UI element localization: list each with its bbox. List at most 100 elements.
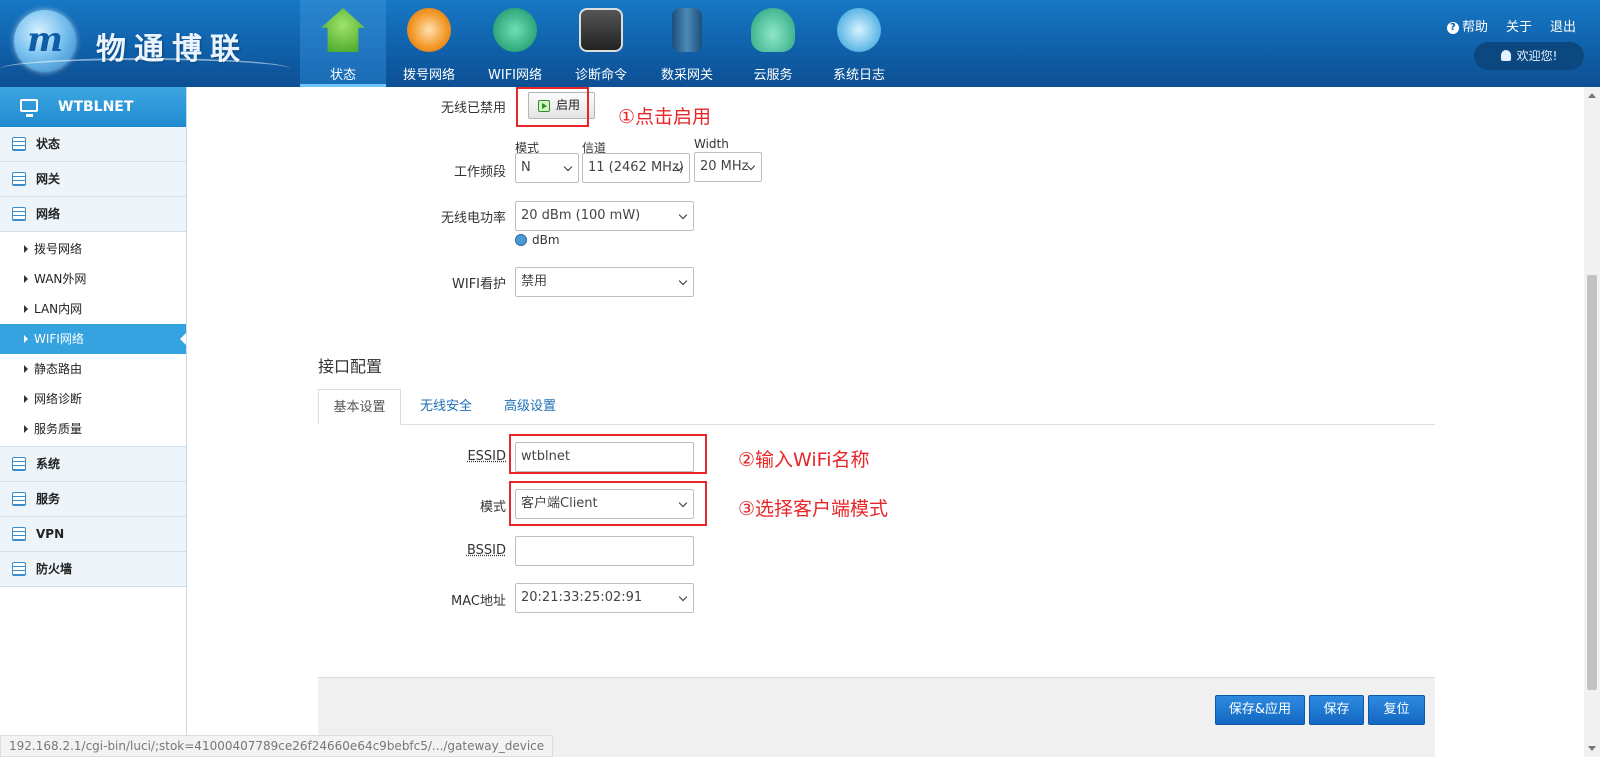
mac-select[interactable]: 20:21:33:25:02:91 — [515, 583, 694, 613]
annotation-box-3 — [509, 481, 707, 526]
sidebar-subitem-diagnostics[interactable]: 网络诊断 — [0, 384, 186, 414]
width-select[interactable]: 20 MHz — [694, 152, 762, 182]
terminal-icon — [579, 8, 623, 52]
sidebar-subitem-wifi[interactable]: WIFI网络 — [0, 324, 186, 354]
annotation-3: ③选择客户端模式 — [738, 498, 889, 520]
nav-dial-network[interactable]: 拨号网络 — [386, 0, 472, 87]
save-apply-button[interactable]: 保存&应用 — [1215, 695, 1305, 725]
help-label: 帮助 — [1461, 20, 1488, 35]
power-select[interactable]: 20 dBm (100 mW) — [515, 201, 694, 231]
power-label: 无线电功率 — [440, 211, 506, 226]
sidebar-item-label: 网关 — [36, 172, 61, 186]
tab-basic-settings[interactable]: 基本设置 — [318, 389, 401, 425]
sidebar-title: WTBLNET — [0, 87, 186, 127]
wireless-disabled-label: 无线已禁用 — [440, 101, 506, 116]
nav-cloud-service[interactable]: 云服务 — [730, 0, 816, 87]
nav-label: 数采网关 — [660, 68, 713, 83]
iface-mode-label: 模式 — [479, 500, 506, 515]
browser-status-url: 192.168.2.1/cgi-bin/luci/;stok=410004077… — [0, 735, 554, 757]
annotation-2: ②输入WiFi名称 — [738, 449, 870, 471]
sidebar-item-label: 服务 — [36, 492, 61, 506]
welcome-badge: 欢迎您! — [1474, 42, 1584, 70]
dial-icon — [407, 8, 451, 52]
band-mode-select[interactable]: N — [515, 153, 579, 183]
page-scrollbar[interactable] — [1584, 87, 1600, 757]
nav-label: WIFI网络 — [488, 68, 542, 83]
sidebar-subitem-wan[interactable]: WAN外网 — [0, 264, 186, 294]
info-icon — [515, 234, 527, 246]
sidebar-subitem-lan[interactable]: LAN内网 — [0, 294, 186, 324]
sidebar-item-status[interactable]: 状态 — [0, 127, 186, 162]
sidebar-item-label: VPN — [36, 527, 65, 541]
nav-system-log[interactable]: 系统日志 — [816, 0, 902, 87]
list-icon — [12, 172, 26, 186]
list-icon — [12, 492, 26, 506]
sidebar-item-services[interactable]: 服务 — [0, 482, 186, 517]
nav-label: 状态 — [329, 68, 356, 83]
home-icon — [321, 8, 365, 52]
mac-label: MAC地址 — [451, 594, 506, 609]
save-button[interactable]: 保存 — [1309, 695, 1364, 725]
welcome-text: 欢迎您! — [1516, 49, 1558, 63]
band-label: 工作频段 — [453, 165, 506, 180]
list-icon — [12, 562, 26, 576]
annotation-box-2 — [509, 434, 707, 474]
scroll-up-icon[interactable] — [1588, 93, 1596, 98]
sidebar-subitem-dial[interactable]: 拨号网络 — [0, 234, 186, 264]
tab-wireless-security[interactable]: 无线安全 — [414, 389, 478, 425]
sidebar-subitem-static-route[interactable]: 静态路由 — [0, 354, 186, 384]
nav-data-gateway[interactable]: 数采网关 — [644, 0, 730, 87]
monitor-icon — [20, 99, 38, 117]
wifi-icon — [493, 8, 537, 52]
top-links: ? 帮助 关于 退出 — [1446, 16, 1576, 35]
logout-link[interactable]: 退出 — [1550, 16, 1576, 35]
annotation-1: ①点击启用 — [618, 106, 712, 128]
help-link[interactable]: ? 帮助 — [1446, 16, 1488, 35]
list-icon — [12, 207, 26, 221]
sidebar-subitem-qos[interactable]: 服务质量 — [0, 414, 186, 444]
watchdog-select[interactable]: 禁用 — [515, 267, 694, 297]
nav-status[interactable]: 状态 — [300, 0, 386, 87]
nav-label: 拨号网络 — [402, 68, 455, 83]
top-header: m 物通博联 状态 拨号网络 WIFI网络 诊断命令 数采网关 云服务 系统日志… — [0, 0, 1600, 87]
width-caption: Width — [694, 137, 729, 151]
sidebar-item-label: 系统 — [36, 457, 61, 471]
scroll-down-icon[interactable] — [1588, 746, 1596, 751]
network-submenu: 拨号网络 WAN外网 LAN内网 WIFI网络 静态路由 网络诊断 服务质量 — [0, 232, 186, 447]
help-icon: ? — [1446, 22, 1459, 34]
essid-label: ESSID — [467, 449, 506, 464]
sidebar-item-label: 网络 — [36, 207, 61, 221]
scroll-thumb[interactable] — [1587, 275, 1597, 690]
interface-tabs: 基本设置 无线安全 高级设置 — [318, 389, 1435, 425]
power-hint: dBm — [515, 233, 560, 247]
interface-section-title: 接口配置 — [318, 357, 383, 376]
bssid-label: BSSID — [466, 543, 506, 558]
main-content: 无线已禁用 启用 ①点击启用 模式 信道 Width 工作频段 N 11 (24… — [188, 87, 1584, 757]
power-unit: dBm — [532, 233, 560, 247]
gateway-icon — [672, 8, 702, 52]
nav-label: 系统日志 — [832, 68, 885, 83]
nav-label: 诊断命令 — [574, 68, 627, 83]
sidebar-item-gateway[interactable]: 网关 — [0, 162, 186, 197]
sidebar-item-label: 防火墙 — [36, 562, 73, 576]
sidebar-item-network[interactable]: 网络 — [0, 197, 186, 232]
sidebar-item-firewall[interactable]: 防火墙 — [0, 552, 186, 587]
watchdog-label: WIFI看护 — [452, 277, 506, 292]
nav-diagnostics[interactable]: 诊断命令 — [558, 0, 644, 87]
list-icon — [12, 137, 26, 151]
about-link[interactable]: 关于 — [1506, 16, 1532, 35]
channel-select[interactable]: 11 (2462 MHz) — [582, 153, 690, 183]
sidebar-title-text: WTBLNET — [58, 99, 134, 115]
sidebar-item-system[interactable]: 系统 — [0, 447, 186, 482]
reset-button[interactable]: 复位 — [1368, 695, 1425, 725]
sidebar-item-vpn[interactable]: VPN — [0, 517, 186, 552]
bssid-input[interactable] — [515, 536, 694, 566]
main-nav: 状态 拨号网络 WIFI网络 诊断命令 数采网关 云服务 系统日志 — [300, 0, 902, 87]
brand-swoosh — [0, 58, 290, 80]
nav-wifi-network[interactable]: WIFI网络 — [472, 0, 558, 87]
list-icon — [12, 457, 26, 471]
sidebar-item-label: 状态 — [36, 137, 61, 151]
tab-advanced-settings[interactable]: 高级设置 — [498, 389, 562, 425]
cloud-icon — [751, 8, 795, 52]
sidebar: WTBLNET 状态 网关 网络 拨号网络 WAN外网 LAN内网 WIFI网络… — [0, 87, 187, 757]
